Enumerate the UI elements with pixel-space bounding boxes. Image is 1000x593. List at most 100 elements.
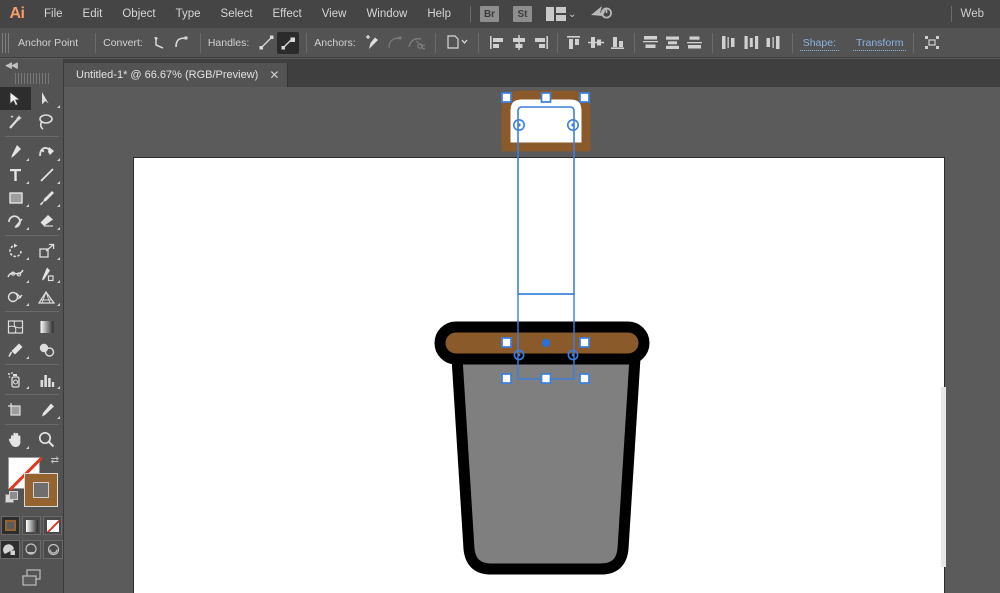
change-screen-mode-button[interactable] (19, 568, 45, 593)
paintbrush-tool[interactable] (31, 186, 62, 209)
cut-path-at-anchor-icon[interactable] (406, 32, 428, 54)
scale-tool[interactable] (31, 239, 62, 262)
add-anchor-point-icon[interactable] (362, 32, 384, 54)
menu-window[interactable]: Window (356, 0, 417, 28)
remove-anchor-point-icon[interactable] (384, 32, 406, 54)
menu-object[interactable]: Object (112, 0, 165, 28)
toolbox-grip[interactable] (15, 73, 49, 84)
menu-help[interactable]: Help (417, 0, 461, 28)
divider (435, 33, 436, 53)
divider (557, 33, 558, 53)
gradient-mode-button[interactable] (22, 516, 41, 535)
eyedropper-tool[interactable] (0, 338, 31, 361)
toolbox-panel: ◀◀ (0, 59, 64, 593)
close-icon[interactable]: ✕ (269, 69, 279, 81)
convert-to-corner-icon[interactable] (149, 32, 171, 54)
horizontal-align-left-icon[interactable] (486, 32, 508, 54)
magic-wand-tool[interactable] (0, 110, 31, 133)
line-segment-tool[interactable] (31, 163, 62, 186)
tool-divider (5, 364, 59, 365)
hide-handles-icon[interactable] (277, 32, 299, 54)
screen-mode-row (0, 568, 63, 593)
horizontal-distribute-center-icon[interactable] (741, 32, 763, 54)
creative-cloud-icon[interactable] (590, 4, 612, 24)
draw-inside-button[interactable] (43, 540, 63, 559)
horizontal-align-right-icon[interactable] (530, 32, 552, 54)
divider (913, 33, 914, 53)
pen-tool[interactable] (0, 140, 31, 163)
eraser-tool[interactable] (31, 209, 62, 232)
rectangle-tool[interactable] (0, 186, 31, 209)
menu-select[interactable]: Select (211, 0, 263, 28)
stock-button[interactable]: St (513, 6, 532, 22)
transform-link[interactable]: Transform (853, 35, 906, 51)
tool-divider (5, 394, 59, 395)
menu-edit[interactable]: Edit (73, 0, 113, 28)
symbol-sprayer-tool[interactable] (0, 368, 31, 391)
width-tool[interactable] (0, 262, 31, 285)
menu-type[interactable]: Type (166, 0, 211, 28)
app-logo: Ai (0, 0, 34, 28)
divider (200, 33, 201, 53)
vertical-distribute-bottom-icon[interactable] (684, 32, 706, 54)
chevron-down-icon[interactable]: ⌄ (568, 9, 576, 20)
artboard-tool[interactable] (0, 398, 31, 421)
vertical-distribute-center-icon[interactable] (662, 32, 684, 54)
mesh-tool[interactable] (0, 315, 31, 338)
slice-tool[interactable] (31, 398, 62, 421)
tool-divider (5, 136, 59, 137)
hand-tool[interactable] (0, 428, 31, 451)
arrange-documents-icon[interactable] (546, 7, 566, 21)
collapse-panel-icon[interactable]: ◀◀ (5, 60, 17, 71)
show-handles-icon[interactable] (255, 32, 277, 54)
horizontal-distribute-left-icon[interactable] (719, 32, 741, 54)
free-transform-tool[interactable] (31, 262, 62, 285)
perspective-grid-tool[interactable] (31, 285, 62, 308)
horizontal-distribute-right-icon[interactable] (763, 32, 785, 54)
shaper-tool[interactable] (0, 209, 31, 232)
vertical-distribute-top-icon[interactable] (640, 32, 662, 54)
divider (306, 33, 307, 53)
isolate-selected-object-icon[interactable] (443, 32, 471, 54)
bridge-button[interactable]: Br (480, 6, 499, 22)
shape-builder-tool[interactable] (0, 285, 31, 308)
horizontal-align-center-icon[interactable] (508, 32, 530, 54)
lasso-tool[interactable] (31, 110, 62, 133)
zoom-tool[interactable] (31, 428, 62, 451)
document-tab[interactable]: Untitled-1* @ 66.67% (RGB/Preview) ✕ (64, 63, 288, 87)
edit-toolbar-icon[interactable] (921, 32, 943, 54)
menu-bar: Ai File Edit Object Type Select Effect V… (0, 0, 1000, 28)
type-tool[interactable] (0, 163, 31, 186)
convert-to-smooth-icon[interactable] (171, 32, 193, 54)
curvature-tool[interactable] (31, 140, 62, 163)
stroke-swatch[interactable] (24, 473, 58, 507)
rotate-tool[interactable] (0, 239, 31, 262)
column-graph-tool[interactable] (31, 368, 62, 391)
divider (95, 33, 96, 53)
selection-tool[interactable] (0, 87, 31, 110)
gradient-tool[interactable] (31, 315, 62, 338)
menu-file[interactable]: File (34, 0, 73, 28)
shape-link[interactable]: Shape: (800, 35, 839, 51)
none-mode-button[interactable] (43, 516, 62, 535)
draw-normal-button[interactable] (0, 540, 20, 559)
menu-view[interactable]: View (312, 0, 357, 28)
direct-selection-tool[interactable] (31, 87, 62, 110)
color-mode-button[interactable] (1, 516, 20, 535)
menu-effect[interactable]: Effect (263, 0, 312, 28)
color-mode-buttons (0, 516, 63, 535)
workspace-label[interactable]: Web (961, 8, 984, 20)
handles-label: Handles: (208, 37, 249, 49)
document-tab-bar: Untitled-1* @ 66.67% (RGB/Preview) ✕ (64, 59, 1000, 87)
toolbox-header: ◀◀ (0, 59, 63, 72)
canvas-area[interactable] (64, 87, 1000, 593)
vertical-align-center-icon[interactable] (585, 32, 607, 54)
draw-behind-button[interactable] (22, 540, 42, 559)
vertical-align-top-icon[interactable] (563, 32, 585, 54)
swap-fill-stroke-icon[interactable]: ⇄ (51, 455, 59, 466)
blend-tool[interactable] (31, 338, 62, 361)
vertical-align-bottom-icon[interactable] (607, 32, 629, 54)
trash-can-illustration[interactable] (64, 87, 1000, 593)
control-bar-grip[interactable] (2, 33, 11, 53)
default-fill-stroke-icon[interactable] (5, 491, 19, 505)
